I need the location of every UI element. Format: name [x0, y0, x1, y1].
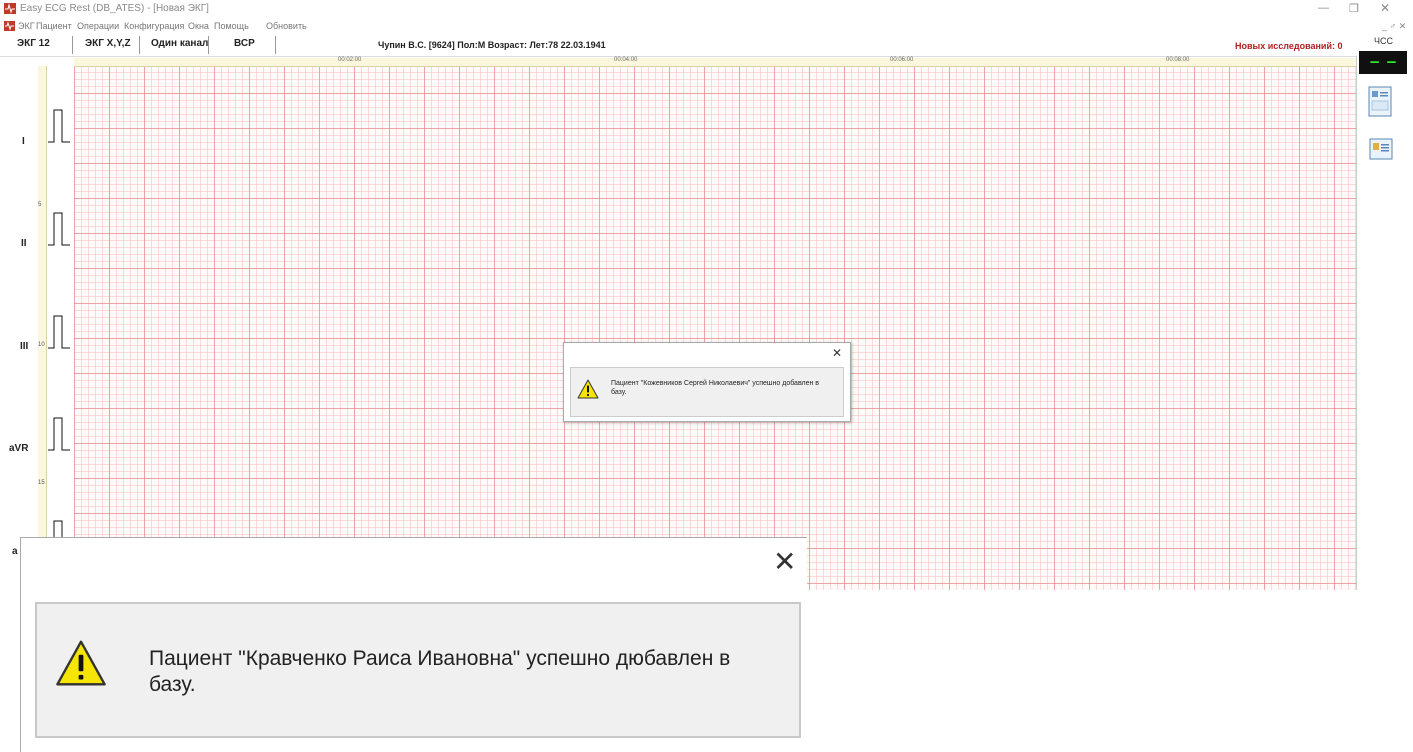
tab-ecg-xyz[interactable]: ЭКГ X,Y,Z — [85, 38, 131, 49]
menu-bar: ЭКГ Пациент Операции Конфигурация Окна П… — [0, 20, 1413, 34]
dialog-body: Пациент "Кравченко Раиса Ивановна" успеш… — [35, 602, 801, 738]
lead-label-iii: III — [20, 341, 29, 352]
tab-single-channel[interactable]: Один канал — [151, 38, 208, 49]
calibration-pulse — [48, 109, 70, 143]
ruler-number: 10 — [38, 342, 45, 348]
amplitude-ruler: 5 10 15 — [38, 66, 47, 590]
ecg-grid[interactable] — [74, 58, 1356, 590]
patient-info: Чупин В.С. [9624] Пол:М Возраст: Лет:78 … — [378, 40, 606, 50]
tab-separator — [208, 36, 209, 54]
ruler-number: 15 — [38, 480, 45, 486]
warning-icon — [577, 379, 599, 399]
time-mark: 00:08:00 — [1166, 57, 1190, 63]
time-mark: 00:06:00 — [890, 57, 914, 63]
dialog-body: Пациент "Кожевников Сергей Николаевич" у… — [570, 367, 844, 417]
warning-icon — [56, 640, 106, 686]
minimize-button[interactable]: — — [1318, 2, 1329, 14]
patient-list-icon[interactable] — [1369, 138, 1395, 162]
calibration-pulse — [48, 315, 70, 349]
ruler-number: 5 — [38, 202, 42, 208]
lead-label-i: I — [22, 136, 25, 147]
lead-label-avr: aVR — [9, 443, 29, 454]
menu-help[interactable]: Помощь — [214, 21, 249, 31]
dialog-message: Пациент "Кожевников Сергей Николаевич" у… — [611, 380, 820, 396]
menu-app-icon — [4, 21, 15, 31]
time-mark: 00:04:00 — [614, 57, 638, 63]
new-studies-counter[interactable]: Новых исследований: 0 — [1235, 41, 1343, 51]
close-window-button[interactable]: ✕ — [1380, 1, 1390, 15]
tab-ecg-12[interactable]: ЭКГ 12 — [17, 38, 50, 49]
toolbar: ЭКГ 12 ЭКГ X,Y,Z Один канал ВСР Чупин В.… — [0, 34, 1413, 57]
lead-label-ii: II — [21, 238, 27, 249]
calibration-pulse — [53, 520, 63, 539]
message-dialog-large: ✕ Пациент "Кравченко Раиса Ивановна" усп… — [20, 537, 807, 752]
message-dialog-small: ✕ Пациент "Кожевников Сергей Николаевич"… — [563, 342, 851, 422]
app-icon — [4, 3, 16, 14]
mdi-window-controls[interactable]: _ ♂ ✕ — [1382, 21, 1406, 32]
time-mark: 00:02:00 — [338, 57, 362, 63]
patient-card-icon[interactable] — [1368, 86, 1394, 118]
menu-configuration[interactable]: Конфигурация — [124, 21, 184, 31]
tab-separator — [139, 36, 140, 54]
restore-button[interactable]: ❐ — [1349, 2, 1359, 15]
menu-patient[interactable]: Пациент — [36, 21, 72, 31]
dialog-close-button[interactable]: ✕ — [832, 346, 842, 360]
calibration-pulse — [48, 417, 70, 451]
menu-ecg[interactable]: ЭКГ — [18, 21, 35, 31]
tab-separator — [275, 36, 276, 54]
menu-operations[interactable]: Операции — [77, 21, 119, 31]
dialog-message: Пациент "Кравченко Раиса Ивановна" успеш… — [149, 647, 731, 696]
menu-refresh[interactable]: Обновить — [266, 21, 307, 31]
heart-rate-label: ЧСС — [1374, 36, 1393, 46]
title-bar: Easy ECG Rest (DB_ATES) - [Новая ЭКГ] — … — [0, 0, 1413, 20]
lead-label-avl: a — [12, 546, 18, 557]
calibration-pulse — [48, 212, 70, 246]
heart-rate-display: – – — [1359, 51, 1407, 74]
window-title: Easy ECG Rest (DB_ATES) - [Новая ЭКГ] — [20, 3, 209, 14]
menu-windows[interactable]: Окна — [188, 21, 209, 31]
time-ruler: 00:02:00 00:04:00 00:06:00 00:08:00 — [74, 57, 1356, 67]
tab-hrv[interactable]: ВСР — [234, 38, 255, 49]
right-side-panel — [1356, 56, 1413, 590]
tab-separator — [72, 36, 73, 54]
dialog-close-button[interactable]: ✕ — [773, 548, 796, 576]
